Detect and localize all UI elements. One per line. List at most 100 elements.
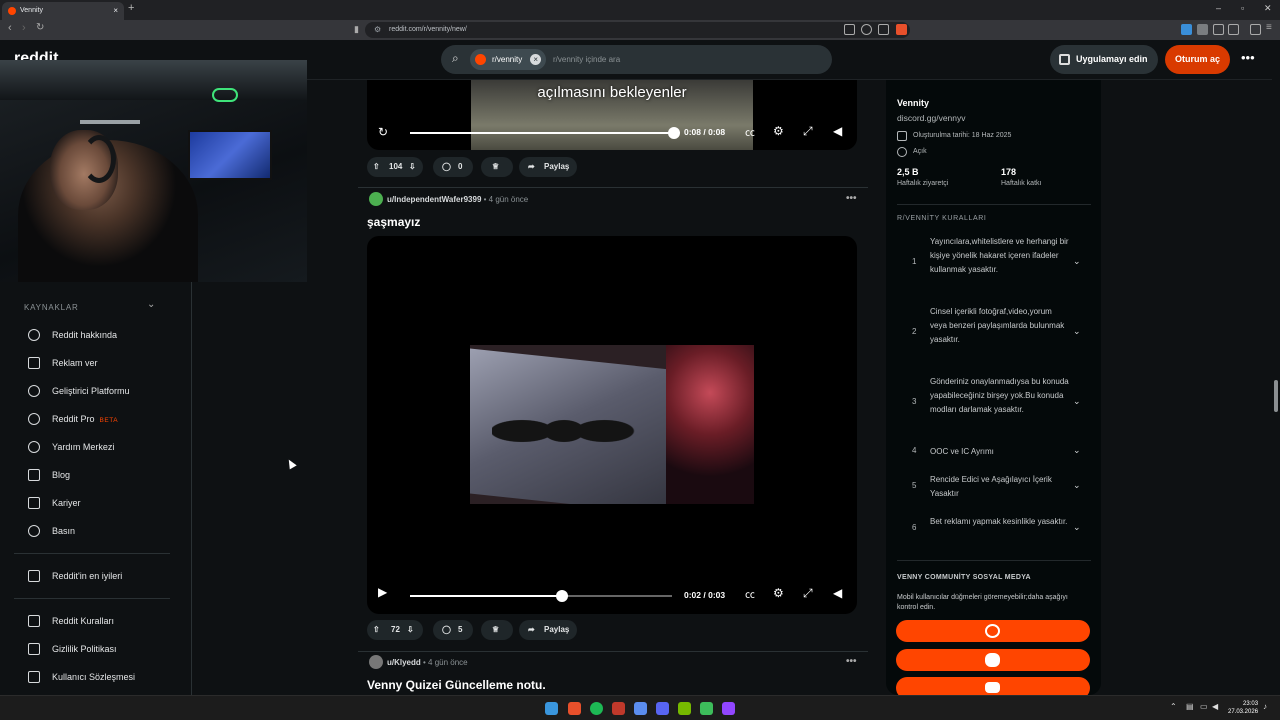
post1-share-button[interactable]: ➦ Paylaş xyxy=(519,157,577,177)
nav-careers[interactable]: Kariyer xyxy=(28,496,81,510)
post2-progress-track[interactable] xyxy=(410,590,672,602)
nav-reddit-rules[interactable]: Reddit Kuralları xyxy=(28,614,114,628)
extension-icon[interactable] xyxy=(1197,24,1208,35)
volume-icon[interactable]: ◀ xyxy=(833,124,842,138)
brave-shield-icon[interactable] xyxy=(896,24,907,35)
subreddit-search-chip[interactable]: r/vennity × xyxy=(470,49,547,70)
chevron-down-icon[interactable]: ⌄ xyxy=(1073,396,1081,407)
post2-comments-button[interactable]: ◯ 5 xyxy=(433,620,473,640)
screenshot-icon[interactable] xyxy=(844,24,855,35)
app-icon[interactable] xyxy=(700,702,713,715)
post3-author-avatar[interactable] xyxy=(369,655,383,669)
post2-title[interactable]: şaşmayız xyxy=(367,215,420,229)
app-icon[interactable] xyxy=(634,702,647,715)
social-youtube-button[interactable] xyxy=(896,677,1090,695)
fullscreen-icon[interactable]: ⤢ xyxy=(803,124,813,139)
nav-press[interactable]: Basın xyxy=(28,524,75,538)
browser-menu-icon[interactable]: ≡ xyxy=(1266,22,1272,33)
close-tab-icon[interactable]: × xyxy=(113,2,118,20)
chevron-up-icon[interactable]: ⌄ xyxy=(147,299,155,310)
post1-progress-handle[interactable] xyxy=(668,127,680,139)
discord-icon[interactable] xyxy=(656,702,669,715)
post2-share-button[interactable]: ➦ Paylaş xyxy=(519,620,577,640)
sidebar-toggle-icon[interactable] xyxy=(1250,24,1261,35)
chevron-down-icon[interactable]: ⌄ xyxy=(1073,256,1081,267)
post2-video-player[interactable]: ▶ 0:02 / 0:03 ㏄ ⚙ ⤢ ◀ xyxy=(367,236,857,614)
post3-more-icon[interactable]: ••• xyxy=(846,656,857,667)
captions-icon[interactable]: ㏄ xyxy=(745,586,755,601)
get-app-button[interactable]: Uygulamayı edin xyxy=(1050,45,1158,74)
forward-icon[interactable]: › xyxy=(22,22,26,34)
nvidia-icon[interactable] xyxy=(678,702,691,715)
more-options-icon[interactable]: ••• xyxy=(1241,50,1255,65)
replay-icon[interactable]: ↻ xyxy=(378,125,388,139)
nav-blog[interactable]: Blog xyxy=(28,468,70,482)
fullscreen-icon[interactable]: ⤢ xyxy=(803,586,813,601)
reload-icon[interactable]: ↻ xyxy=(36,22,44,33)
nav-reddit-pro[interactable]: Reddit Pro BETA xyxy=(28,412,118,426)
network-icon[interactable]: ▤ xyxy=(1186,702,1194,711)
twitch-icon[interactable] xyxy=(722,702,735,715)
post3-author[interactable]: u/Klyedd xyxy=(387,658,421,667)
chevron-down-icon[interactable]: ⌄ xyxy=(1073,480,1081,491)
settings-gear-icon[interactable]: ⚙ xyxy=(773,124,784,138)
nav-help-center[interactable]: Yardım Merkezi xyxy=(28,440,114,454)
site-info-icon[interactable]: ⚙ xyxy=(374,22,381,38)
social-discord-button[interactable] xyxy=(896,649,1090,671)
tray-chevron-icon[interactable]: ⌃ xyxy=(1170,702,1177,711)
post1-comments-button[interactable]: ◯ 0 xyxy=(433,157,473,177)
nav-developer-platform[interactable]: Geliştirici Platformu xyxy=(28,384,130,398)
back-icon[interactable]: ‹ xyxy=(8,22,12,34)
nav-user-agreement[interactable]: Kullanıcı Sözleşmesi xyxy=(28,670,135,684)
browser-tab[interactable]: Vennity × xyxy=(2,2,124,20)
scrollbar-thumb[interactable] xyxy=(1274,380,1278,412)
post1-progress-track[interactable] xyxy=(410,127,680,139)
notification-bell-icon[interactable]: ♪ xyxy=(1263,702,1267,711)
downvote-icon[interactable]: ⇩ xyxy=(409,157,416,177)
zoom-icon[interactable] xyxy=(861,24,872,35)
app-icon[interactable] xyxy=(612,702,625,715)
post2-award-button[interactable]: ♕ xyxy=(481,620,513,640)
play-icon[interactable]: ▶ xyxy=(378,585,387,599)
nav-about-reddit[interactable]: Reddit hakkında xyxy=(28,328,117,342)
nav-advertise[interactable]: Reklam ver xyxy=(28,356,98,370)
login-button[interactable]: Oturum aç xyxy=(1165,45,1230,74)
settings-gear-icon[interactable]: ⚙ xyxy=(773,586,784,600)
extensions-puzzle-icon[interactable] xyxy=(1213,24,1224,35)
post1-video-player[interactable]: açılmasını bekleyenler ↻ 0:08 / 0:08 ㏄ ⚙… xyxy=(367,80,857,150)
community-link[interactable]: discord.gg/vennyv xyxy=(897,113,966,123)
bookmark-icon[interactable]: ▮ xyxy=(354,24,359,35)
nav-privacy-policy[interactable]: Gizlilik Politikası xyxy=(28,642,117,656)
search-input[interactable]: r/vennity içinde ara xyxy=(553,55,620,64)
address-bar[interactable]: ⚙ reddit.com/r/vennity/new/ xyxy=(365,22,910,38)
share-page-icon[interactable] xyxy=(878,24,889,35)
post3-title[interactable]: Venny Quizei Güncelleme notu. xyxy=(367,678,546,692)
chevron-down-icon[interactable]: ⌄ xyxy=(1073,326,1081,337)
spotify-icon[interactable] xyxy=(590,702,603,715)
chevron-down-icon[interactable]: ⌄ xyxy=(1073,522,1081,533)
post2-more-icon[interactable]: ••• xyxy=(846,193,857,204)
post1-award-button[interactable]: ♕ xyxy=(481,157,513,177)
clear-chip-icon[interactable]: × xyxy=(530,54,542,65)
upvote-icon[interactable]: ⇧ xyxy=(373,620,380,640)
start-menu-icon[interactable] xyxy=(545,702,558,715)
post2-progress-handle[interactable] xyxy=(556,590,568,602)
volume-icon[interactable]: ◀ xyxy=(1212,702,1218,711)
post2-author-avatar[interactable] xyxy=(369,192,383,206)
minimize-icon[interactable]: – xyxy=(1216,3,1221,13)
new-tab-button[interactable]: + xyxy=(128,2,134,14)
captions-icon[interactable]: ㏄ xyxy=(745,124,755,139)
nav-best-of-reddit[interactable]: Reddit'in en iyileri xyxy=(28,569,122,583)
social-website-button[interactable] xyxy=(896,620,1090,642)
volume-icon[interactable]: ◀ xyxy=(833,586,842,600)
translate-extension-icon[interactable] xyxy=(1181,24,1192,35)
page-scrollbar[interactable] xyxy=(1272,40,1280,695)
upvote-icon[interactable]: ⇧ xyxy=(373,157,380,177)
chevron-down-icon[interactable]: ⌄ xyxy=(1073,445,1081,456)
reading-list-icon[interactable] xyxy=(1228,24,1239,35)
close-window-icon[interactable]: ✕ xyxy=(1264,3,1272,14)
maximize-icon[interactable]: ▫ xyxy=(1241,3,1244,13)
clock[interactable]: 23:03 27.03.2026 xyxy=(1228,700,1258,716)
post2-author[interactable]: u/IndependentWafer9399 xyxy=(387,195,481,204)
search-bar[interactable]: ⌕ r/vennity × xyxy=(441,45,832,74)
